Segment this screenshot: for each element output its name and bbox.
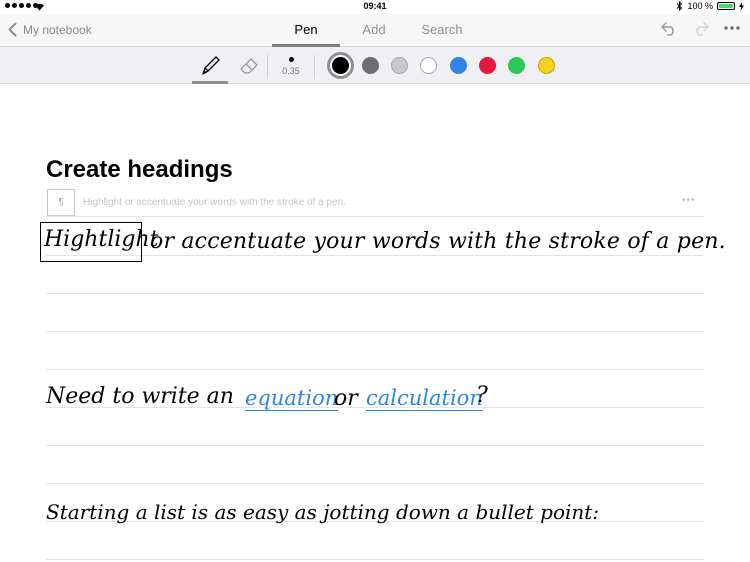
undo-icon[interactable] [660,20,678,36]
color-swatch-green[interactable] [508,57,525,74]
handwriting-line-3: Starting a list is as easy as jotting do… [46,500,600,524]
color-swatch-blue[interactable] [450,57,467,74]
color-swatch-light-gray[interactable] [391,57,408,74]
handwriting-line-2-start: Need to write an [46,384,234,409]
ruled-line [46,293,704,294]
battery-percent: 100 % [687,1,713,11]
color-swatch-dark-gray[interactable] [362,57,379,74]
ruled-line [46,445,704,446]
ruled-line [46,483,704,484]
nav-bar: My notebook Pen Add Search [0,14,750,47]
handwriting-calculation-link[interactable]: calculation [366,386,483,411]
bluetooth-icon [677,1,683,11]
handwriting-line-1: or accentuate your words with the stroke… [150,229,726,254]
color-swatch-white[interactable] [420,57,437,74]
pen-icon [202,56,220,75]
pen-size-selector[interactable]: 0.35 [278,54,304,76]
ruled-line [46,331,704,332]
ruled-line [46,255,704,256]
status-bar: 09:41 100 % [0,0,750,14]
paragraph-style-button[interactable]: ¶ [47,189,75,216]
color-swatch-yellow[interactable] [538,57,555,74]
block-more-icon[interactable]: ••• [682,195,696,206]
text-placeholder[interactable]: Highlight or accentuate your words with … [83,197,346,208]
pen-size-dot-icon [288,57,294,62]
color-swatch-black[interactable] [327,52,354,79]
page-heading: Create headings [46,156,233,183]
redo-icon[interactable] [692,20,710,36]
toolbar-divider [314,55,315,79]
battery-icon [717,2,735,10]
color-swatch-red[interactable] [479,57,496,74]
handwriting-highlighted-word: Hightlight [44,227,159,252]
chevron-left-icon [8,22,17,37]
back-label: My notebook [23,22,92,37]
back-button[interactable]: My notebook [8,22,92,37]
pen-size-label: 0.35 [282,66,300,76]
tab-add[interactable]: Add [340,14,408,47]
pen-toolbar: 0.35 [0,47,750,84]
handwriting-question-mark: ? [476,383,488,408]
tab-bar: Pen Add Search [272,14,476,47]
pen-tool-button[interactable] [192,53,228,84]
eraser-icon [240,58,258,74]
more-icon[interactable] [724,25,740,31]
ruled-line [46,216,704,217]
charging-icon [739,1,744,11]
handwriting-or: or [334,386,358,411]
pilcrow-icon: ¶ [58,197,64,208]
tab-search[interactable]: Search [408,14,476,47]
toolbar-divider [267,55,268,79]
tab-pen[interactable]: Pen [272,14,340,47]
eraser-tool-button[interactable] [237,53,261,82]
status-time: 09:41 [363,1,387,11]
ruled-line [46,369,704,370]
handwriting-equation-link[interactable]: equation [245,386,339,411]
ruled-line [46,559,704,560]
